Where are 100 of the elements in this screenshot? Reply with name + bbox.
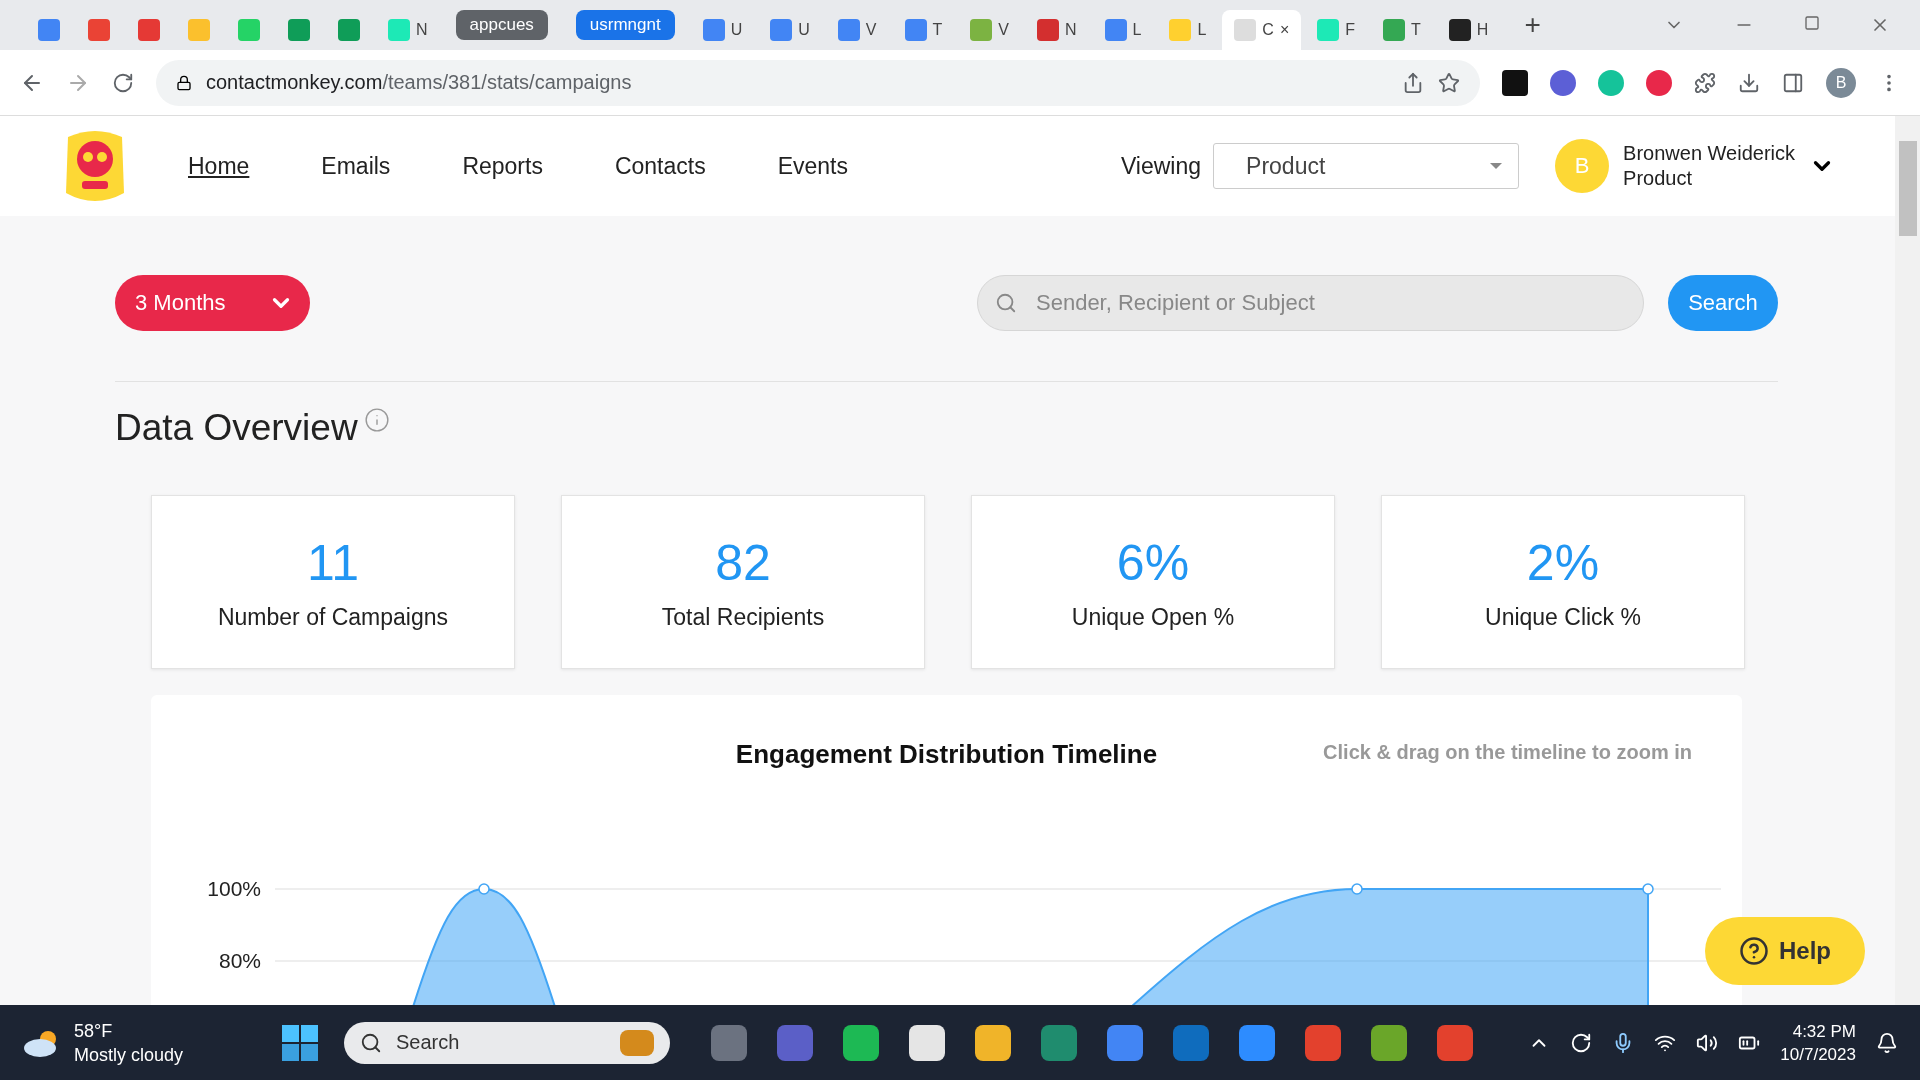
tab-title: F [1345, 21, 1356, 39]
favicon-icon [288, 19, 310, 41]
favicon-icon [138, 19, 160, 41]
briefcase-icon [620, 1029, 654, 1056]
favicon-icon [1317, 19, 1340, 41]
nav-link[interactable]: Events [777, 152, 848, 180]
download-icon[interactable] [1738, 71, 1760, 94]
tab-title: V [998, 21, 1009, 39]
browser-tab[interactable]: U [758, 10, 822, 50]
favicon-icon [188, 19, 210, 41]
tab-title: L [1197, 21, 1207, 39]
chart-title: Engagement Distribution Timeline [735, 739, 1158, 769]
close-icon[interactable]: × [1279, 21, 1290, 39]
team-select[interactable]: Product [1213, 143, 1520, 189]
stat-value: 11 [307, 533, 359, 592]
tab-title: U [798, 21, 810, 39]
lock-icon [176, 74, 192, 91]
new-tab-button[interactable]: + [1524, 9, 1541, 41]
browser-tab[interactable]: H [1436, 10, 1501, 50]
windows-start-icon[interactable] [282, 1024, 318, 1061]
tab-group-chip[interactable]: appcues [455, 10, 548, 40]
browser-tab[interactable]: T [1371, 10, 1433, 50]
browser-tab[interactable]: C × [1222, 10, 1302, 50]
axis-label: 80% [218, 949, 261, 972]
favicon-icon [702, 19, 725, 41]
sync-icon[interactable] [1570, 1031, 1593, 1054]
scrollbar[interactable] [1895, 116, 1920, 1005]
browser-tab[interactable]: L [1092, 10, 1154, 50]
temperature: 58°F [74, 1019, 114, 1043]
browser-tab[interactable]: U [690, 10, 755, 50]
search-field[interactable]: Sender, Recipient or Subject [977, 275, 1644, 331]
stat-label: Number of Campaigns [217, 603, 449, 631]
browser-tab[interactable]: V [825, 10, 889, 50]
profile-avatar[interactable]: B [1826, 67, 1856, 98]
favicon-icon [837, 19, 860, 41]
nav-link[interactable]: Emails [321, 152, 391, 180]
favicon-icon [904, 19, 927, 41]
nav-link[interactable]: Contacts [614, 152, 706, 180]
taskbar-app-icon[interactable] [843, 1024, 879, 1061]
browser-tab[interactable]: N [1024, 10, 1089, 50]
favicon-icon [38, 19, 60, 41]
taskbar-app-icon[interactable] [909, 1024, 945, 1061]
puzzle-icon[interactable] [1694, 71, 1716, 94]
side-panel-icon[interactable] [1782, 71, 1804, 94]
data-point [1642, 883, 1654, 895]
taskbar-app-icon[interactable] [975, 1024, 1011, 1061]
viewing-label: Viewing [1120, 152, 1202, 180]
maximize-icon[interactable] [1804, 15, 1820, 31]
favicon-icon [770, 19, 793, 41]
browser-tab[interactable]: N [376, 10, 440, 50]
search-icon [360, 1031, 382, 1054]
tab-title: C [1262, 21, 1274, 39]
data-point [1351, 883, 1363, 895]
notification-bell-icon[interactable] [1876, 1031, 1898, 1054]
tab-title: V [865, 21, 877, 39]
share-icon[interactable] [1402, 71, 1424, 94]
favicon-icon [88, 19, 110, 41]
nav-link[interactable]: Reports [462, 152, 543, 180]
tab-title: H [1476, 21, 1489, 39]
user-name: Bronwen Weiderick [1623, 141, 1795, 166]
stat-label: Unique Open % [1071, 603, 1235, 631]
search-label: Search [396, 1031, 461, 1054]
stat-label: Total Recipients [661, 603, 825, 631]
stat-value: 2% [1526, 533, 1600, 592]
period-dropdown[interactable]: 3 Months [115, 275, 310, 331]
favicon-icon [970, 19, 993, 41]
clock-date: 10/7/2023 [1780, 1043, 1856, 1066]
axis-label: 100% [207, 877, 261, 900]
tab-group-chip[interactable]: usrmngnt [575, 10, 675, 40]
tab-title: N [416, 21, 428, 39]
nav-link[interactable]: Home [188, 152, 250, 180]
taskbar-app-icon[interactable] [1371, 1024, 1407, 1061]
weather-text: Mostly cloudy [74, 1043, 184, 1067]
tab-title: T [932, 21, 943, 39]
clock-time: 4:32 PM [1791, 1020, 1856, 1043]
taskbar-search[interactable]: Search [344, 1021, 670, 1064]
extension-icon[interactable] [1502, 69, 1528, 96]
favicon-icon [388, 19, 410, 41]
tab-title: U [730, 21, 743, 39]
bookmark-star-icon[interactable] [1438, 71, 1460, 94]
favicon-icon [1104, 19, 1127, 41]
browser-tab[interactable]: F [1305, 10, 1368, 50]
browser-tab[interactable]: T [892, 10, 955, 50]
reload-icon[interactable] [112, 71, 134, 94]
dropdown-arrow-icon [1490, 163, 1503, 169]
browser-tab[interactable]: L [1157, 10, 1219, 50]
section-title: Data Overview [115, 407, 358, 449]
stat-value: 6% [1116, 533, 1190, 592]
favicon-icon [1234, 19, 1257, 41]
stat-value: 82 [715, 533, 771, 592]
favicon-icon [238, 19, 260, 41]
help-button[interactable]: Help [1705, 917, 1865, 985]
address-bar[interactable]: contactmonkey.com/teams/381/stats/campaigns [156, 59, 1480, 106]
search-icon [995, 292, 1017, 314]
user-team: Product [1623, 166, 1693, 191]
info-icon[interactable] [363, 407, 390, 433]
favicon-icon [1383, 19, 1406, 41]
favicon-icon [1169, 19, 1192, 41]
favicon-icon [1448, 19, 1471, 41]
browser-tab[interactable]: V [958, 10, 1021, 50]
